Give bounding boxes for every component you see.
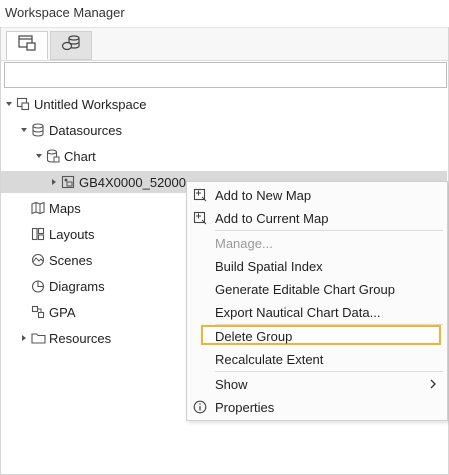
map-icon [30,200,46,216]
title-bar: Workspace Manager [0,0,449,27]
chart-datasource-icon [45,148,61,164]
menu-item-properties[interactable]: Properties [187,396,445,418]
menu-item-export-chart-data[interactable]: Export Nautical Chart Data... [187,301,445,323]
add-current-map-icon [192,210,208,226]
workspace-layers-icon [17,34,37,57]
menu-item-delete-group[interactable]: Delete Group [187,325,445,347]
folder-icon [30,330,46,346]
menu-item-show[interactable]: Show [187,373,445,395]
dataset-icon [60,174,76,190]
datasource-stack-icon [60,34,82,57]
context-menu: Add to New Map Add to Current Map Manage… [186,181,448,421]
tree-item-gpa[interactable]: GPA [30,301,76,323]
panel-title: Workspace Manager [5,5,125,20]
menu-separator [215,371,443,372]
menu-separator [215,230,443,231]
submenu-arrow-icon [429,377,437,392]
tree-item-label: GPA [49,304,76,320]
menu-item-add-current-map[interactable]: Add to Current Map [187,207,445,229]
collapsed-caret-icon[interactable] [18,334,30,342]
search-input[interactable] [4,62,447,88]
tree-item-label: Untitled Workspace [34,96,147,112]
tree-item-scenes[interactable]: Scenes [30,249,92,271]
info-icon [192,399,208,415]
tree-item-resources[interactable]: Resources [18,327,111,349]
tab-datasource[interactable] [50,31,92,60]
tree-item-label: Chart [64,148,96,164]
menu-item-generate-chart-group[interactable]: Generate Editable Chart Group [187,278,445,300]
collapsed-caret-icon[interactable] [48,178,60,186]
menu-item-recalculate-extent[interactable]: Recalculate Extent [187,348,445,370]
add-map-icon [192,187,208,203]
gpa-icon [30,304,46,320]
tree-item-label: Diagrams [49,278,105,294]
layout-icon [30,226,46,242]
tree-item-label: Resources [49,330,112,346]
tree-item-label: Maps [49,200,81,216]
tree-item-datasources[interactable]: Datasources [18,119,122,141]
tree-item-label: Layouts [49,226,95,242]
tree-item-label: GB4X0000_52000 [79,174,186,190]
tab-workspace[interactable] [6,31,48,60]
scene-globe-icon [30,252,46,268]
expanded-caret-icon[interactable] [3,100,15,108]
workspace-icon [15,96,31,112]
datasources-icon [30,122,46,138]
tree-item-layouts[interactable]: Layouts [30,223,95,245]
menu-item-manage: Manage... [215,235,273,251]
diagram-icon [30,278,46,294]
tree-item-diagrams[interactable]: Diagrams [30,275,105,297]
expanded-caret-icon[interactable] [33,152,45,160]
tree-item-label: Datasources [49,122,122,138]
menu-item-build-spatial-index[interactable]: Build Spatial Index [187,255,445,277]
tree-item-chart[interactable]: Chart [33,145,96,167]
tree-item-maps[interactable]: Maps [30,197,81,219]
tab-strip [1,27,448,61]
tree-item-label: Scenes [49,252,93,268]
menu-item-add-new-map[interactable]: Add to New Map [187,184,445,206]
tree-item-workspace[interactable]: Untitled Workspace [3,93,146,115]
expanded-caret-icon[interactable] [18,126,30,134]
tree-item-dataset[interactable]: GB4X0000_52000 [48,171,186,193]
